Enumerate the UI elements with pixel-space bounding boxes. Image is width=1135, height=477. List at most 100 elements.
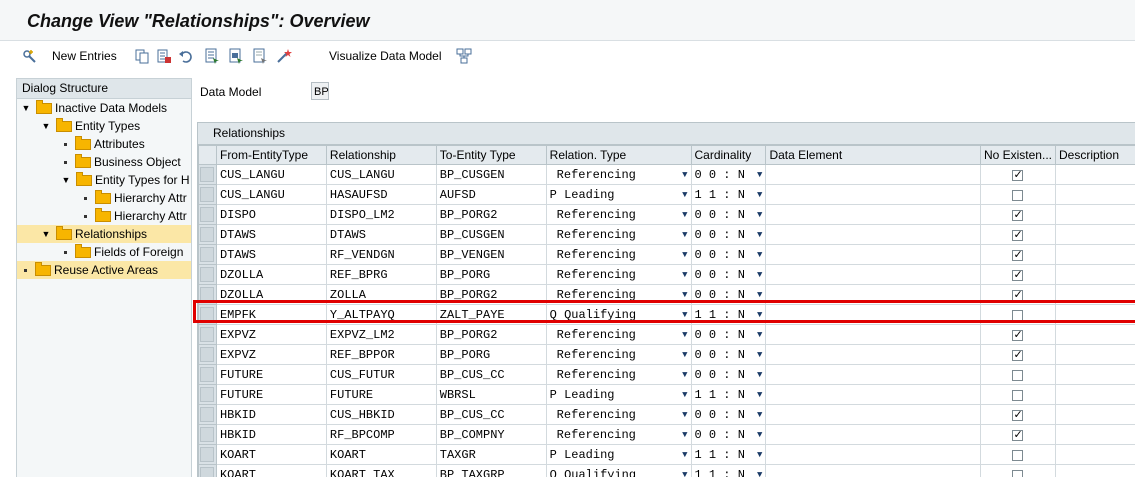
row-selector[interactable] — [199, 425, 217, 445]
relationship-cell[interactable]: CUS_FUTUR — [326, 365, 436, 385]
tree-item[interactable]: Hierarchy Attr — [17, 207, 192, 225]
row-selector[interactable] — [199, 245, 217, 265]
dropdown-arrow-icon[interactable]: ▼ — [682, 330, 687, 340]
to-entity-type-cell[interactable]: BP_PORG — [436, 265, 546, 285]
cardinality-dropdown[interactable]: 0 0 : N▼ — [691, 165, 766, 185]
no-existence-checkbox[interactable] — [1012, 210, 1023, 221]
to-entity-type-cell[interactable]: BP_COMPNY — [436, 425, 546, 445]
to-entity-type-cell[interactable]: BP_CUS_CC — [436, 405, 546, 425]
relationship-cell[interactable]: RF_BPCOMP — [326, 425, 436, 445]
data-element-cell[interactable] — [766, 245, 981, 265]
relationship-cell[interactable]: DISPO_LM2 — [326, 205, 436, 225]
column-header[interactable]: Data Element — [766, 146, 981, 165]
deselect-all-button[interactable] — [252, 47, 268, 65]
data-model-graph-button[interactable] — [456, 47, 472, 65]
to-entity-type-cell[interactable]: BP_PORG2 — [436, 325, 546, 345]
relationship-cell[interactable]: Y_ALTPAYQ — [326, 305, 436, 325]
description-cell[interactable] — [1055, 265, 1135, 285]
dropdown-arrow-icon[interactable]: ▼ — [757, 290, 762, 300]
dropdown-arrow-icon[interactable]: ▼ — [682, 430, 687, 440]
description-cell[interactable] — [1055, 405, 1135, 425]
tree-item[interactable]: Business Object — [17, 153, 192, 171]
relationship-cell[interactable]: KOART_TAX — [326, 465, 436, 477]
no-existence-checkbox[interactable] — [1012, 250, 1023, 261]
dropdown-arrow-icon[interactable]: ▼ — [682, 450, 687, 460]
description-cell[interactable] — [1055, 165, 1135, 185]
description-cell[interactable] — [1055, 225, 1135, 245]
from-entity-type-cell[interactable]: KOART — [216, 445, 326, 465]
data-element-cell[interactable] — [766, 225, 981, 245]
dropdown-arrow-icon[interactable]: ▼ — [757, 310, 762, 320]
wand-button[interactable] — [276, 47, 292, 65]
relation-type-dropdown[interactable]: P Leading▼ — [546, 445, 691, 465]
cardinality-dropdown[interactable]: 0 0 : N▼ — [691, 225, 766, 245]
no-existence-checkbox[interactable] — [1012, 410, 1023, 421]
dropdown-arrow-icon[interactable]: ▼ — [682, 170, 687, 180]
no-existence-checkbox[interactable] — [1012, 230, 1023, 241]
from-entity-type-cell[interactable]: HBKID — [216, 405, 326, 425]
data-element-cell[interactable] — [766, 345, 981, 365]
row-selector[interactable] — [199, 165, 217, 185]
cardinality-dropdown[interactable]: 0 0 : N▼ — [691, 325, 766, 345]
data-element-cell[interactable] — [766, 325, 981, 345]
dropdown-arrow-icon[interactable]: ▼ — [757, 390, 762, 400]
cardinality-dropdown[interactable]: 0 0 : N▼ — [691, 425, 766, 445]
row-selector[interactable] — [199, 465, 217, 477]
cardinality-dropdown[interactable]: 1 1 : N▼ — [691, 385, 766, 405]
dropdown-arrow-icon[interactable]: ▼ — [682, 290, 687, 300]
from-entity-type-cell[interactable]: FUTURE — [216, 365, 326, 385]
description-cell[interactable] — [1055, 385, 1135, 405]
expand-toggle-icon[interactable]: ▼ — [41, 229, 51, 239]
cardinality-dropdown[interactable]: 0 0 : N▼ — [691, 205, 766, 225]
data-element-cell[interactable] — [766, 465, 981, 477]
from-entity-type-cell[interactable]: EXPVZ — [216, 325, 326, 345]
relation-type-dropdown[interactable]: Referencing▼ — [546, 285, 691, 305]
relation-type-dropdown[interactable]: Q Qualifying▼ — [546, 465, 691, 477]
cardinality-dropdown[interactable]: 0 0 : N▼ — [691, 245, 766, 265]
relationship-cell[interactable]: RF_VENDGN — [326, 245, 436, 265]
delete-button[interactable] — [156, 47, 172, 65]
no-existence-checkbox[interactable] — [1012, 430, 1023, 441]
data-element-cell[interactable] — [766, 165, 981, 185]
relationship-cell[interactable]: DTAWS — [326, 225, 436, 245]
to-entity-type-cell[interactable]: BP_TAXGRP — [436, 465, 546, 477]
from-entity-type-cell[interactable]: DTAWS — [216, 245, 326, 265]
description-cell[interactable] — [1055, 425, 1135, 445]
tree-item[interactable]: ▼Entity Types for H — [17, 171, 192, 189]
to-entity-type-cell[interactable]: BP_PORG2 — [436, 285, 546, 305]
dropdown-arrow-icon[interactable]: ▼ — [682, 390, 687, 400]
no-existence-checkbox[interactable] — [1012, 330, 1023, 341]
relationship-cell[interactable]: ZOLLA — [326, 285, 436, 305]
column-header[interactable]: To-Entity Type — [436, 146, 546, 165]
dropdown-arrow-icon[interactable]: ▼ — [757, 350, 762, 360]
cardinality-dropdown[interactable]: 0 0 : N▼ — [691, 265, 766, 285]
relation-type-dropdown[interactable]: P Leading▼ — [546, 185, 691, 205]
from-entity-type-cell[interactable]: FUTURE — [216, 385, 326, 405]
dropdown-arrow-icon[interactable]: ▼ — [757, 250, 762, 260]
select-block-button[interactable] — [228, 47, 244, 65]
row-selector[interactable] — [199, 445, 217, 465]
tree-item[interactable]: ▼Inactive Data Models — [17, 99, 192, 117]
dropdown-arrow-icon[interactable]: ▼ — [682, 310, 687, 320]
relation-type-dropdown[interactable]: Referencing▼ — [546, 345, 691, 365]
relation-type-dropdown[interactable]: Referencing▼ — [546, 405, 691, 425]
row-selector[interactable] — [199, 405, 217, 425]
row-selector[interactable] — [199, 205, 217, 225]
from-entity-type-cell[interactable]: CUS_LANGU — [216, 165, 326, 185]
data-element-cell[interactable] — [766, 305, 981, 325]
description-cell[interactable] — [1055, 465, 1135, 477]
copy-button[interactable] — [134, 47, 150, 65]
row-selector[interactable] — [199, 265, 217, 285]
cardinality-dropdown[interactable]: 0 0 : N▼ — [691, 405, 766, 425]
dropdown-arrow-icon[interactable]: ▼ — [682, 210, 687, 220]
from-entity-type-cell[interactable]: DISPO — [216, 205, 326, 225]
dropdown-arrow-icon[interactable]: ▼ — [757, 270, 762, 280]
dropdown-arrow-icon[interactable]: ▼ — [757, 410, 762, 420]
no-existence-checkbox[interactable] — [1012, 370, 1023, 381]
relation-type-dropdown[interactable]: Q Qualifying▼ — [546, 305, 691, 325]
data-element-cell[interactable] — [766, 285, 981, 305]
description-cell[interactable] — [1055, 365, 1135, 385]
dropdown-arrow-icon[interactable]: ▼ — [757, 210, 762, 220]
undo-button[interactable] — [178, 47, 194, 65]
column-header[interactable]: Description — [1055, 146, 1135, 165]
